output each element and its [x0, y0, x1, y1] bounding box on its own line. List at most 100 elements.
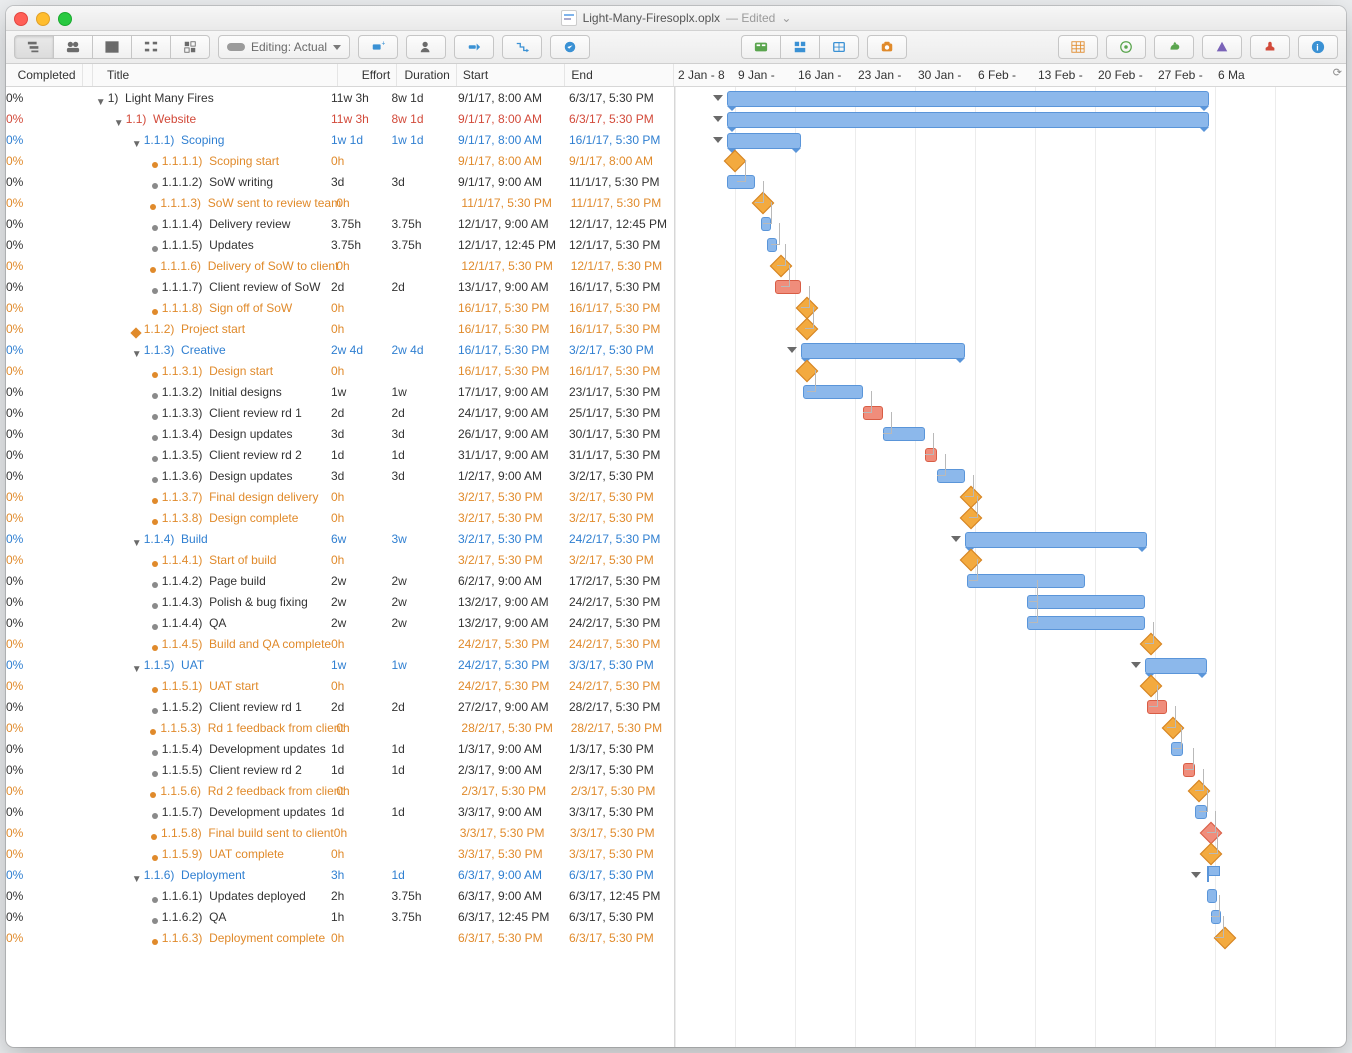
task-effort[interactable]: 0h	[331, 553, 391, 567]
task-effort[interactable]: 0h	[331, 637, 391, 651]
gantt-group-disclosure-icon[interactable]	[713, 95, 723, 101]
timeline-week-label[interactable]: 16 Jan -	[798, 64, 841, 86]
task-title-cell[interactable]: 1.1.5.3) Rd 1 feedback from client	[92, 721, 336, 735]
task-completed[interactable]: 0%	[6, 637, 84, 651]
task-completed[interactable]: 0%	[6, 364, 84, 378]
task-completed[interactable]: 0%	[6, 595, 84, 609]
task-row[interactable]: 0%1.1.6.2) QA1h3.75h6/3/17, 12:45 PM6/3/…	[6, 906, 674, 927]
task-start[interactable]: 17/1/17, 9:00 AM	[452, 385, 563, 399]
editing-mode-dropdown[interactable]: Editing: Actual	[218, 35, 350, 59]
task-start[interactable]: 9/1/17, 8:00 AM	[452, 133, 563, 147]
task-title-cell[interactable]: 1.1.5.6) Rd 2 feedback from client	[92, 784, 336, 798]
task-row[interactable]: 0%1.1.5.5) Client review rd 21d1d2/3/17,…	[6, 759, 674, 780]
task-end[interactable]: 12/1/17, 12:45 PM	[563, 217, 674, 231]
task-title-cell[interactable]: 1.1.4.2) Page build	[94, 574, 331, 588]
task-duration[interactable]: 3.75h	[391, 217, 451, 231]
task-row[interactable]: 0%1.1.1.4) Delivery review3.75h3.75h12/1…	[6, 213, 674, 234]
gantt-chart[interactable]	[675, 87, 1346, 1047]
task-outline[interactable]: 0%▼1) Light Many Fires11w 3h8w 1d9/1/17,…	[6, 87, 675, 1047]
task-title-cell[interactable]: 1.1.1.2) SoW writing	[94, 175, 331, 189]
task-start[interactable]: 6/2/17, 9:00 AM	[452, 574, 563, 588]
task-row[interactable]: 0%1.1.4.1) Start of build0h3/2/17, 5:30 …	[6, 549, 674, 570]
task-effort[interactable]: 0h	[331, 847, 391, 861]
task-completed[interactable]: 0%	[6, 133, 84, 147]
task-row[interactable]: 0%1.1.3.2) Initial designs1w1w17/1/17, 9…	[6, 381, 674, 402]
task-duration[interactable]: 1w 1d	[391, 133, 451, 147]
task-effort[interactable]: 3d	[331, 427, 391, 441]
task-title-cell[interactable]: 1.1.2) Project start	[94, 322, 331, 336]
task-start[interactable]: 24/2/17, 5:30 PM	[452, 637, 563, 651]
task-completed[interactable]: 0%	[6, 154, 84, 168]
task-completed[interactable]: 0%	[6, 238, 84, 252]
task-completed[interactable]: 0%	[6, 469, 84, 483]
task-start[interactable]: 16/1/17, 5:30 PM	[452, 301, 563, 315]
task-row[interactable]: 0%1.1.5.8) Final build sent to client0h3…	[6, 822, 674, 843]
timeline-week-label[interactable]: 13 Feb -	[1038, 64, 1083, 86]
task-effort[interactable]: 3d	[331, 175, 391, 189]
task-completed[interactable]: 0%	[6, 931, 84, 945]
task-title-cell[interactable]: ▼1.1.3) Creative	[94, 343, 331, 357]
task-effort[interactable]: 0h	[331, 931, 391, 945]
view-options-button[interactable]	[1058, 35, 1098, 59]
task-row[interactable]: 0%▼1.1.1) Scoping1w 1d1w 1d9/1/17, 8:00 …	[6, 129, 674, 150]
task-start[interactable]: 3/3/17, 9:00 AM	[452, 805, 563, 819]
task-end[interactable]: 6/3/17, 5:30 PM	[563, 931, 674, 945]
disclosure-triangle-icon[interactable]: ▼	[96, 97, 106, 108]
task-title-cell[interactable]: ▼1.1) Website	[94, 112, 331, 126]
task-duration[interactable]: 2w	[391, 595, 451, 609]
task-duration[interactable]: 3.75h	[391, 910, 451, 924]
task-duration[interactable]: 1d	[391, 448, 451, 462]
task-title-cell[interactable]: ▼1.1.6) Deployment	[94, 868, 331, 882]
task-completed[interactable]: 0%	[6, 574, 84, 588]
task-completed[interactable]: 0%	[6, 616, 84, 630]
task-title-cell[interactable]: 1.1.1.7) Client review of SoW	[94, 280, 331, 294]
task-completed[interactable]: 0%	[6, 427, 84, 441]
add-resource-button[interactable]	[406, 35, 446, 59]
task-completed[interactable]: 0%	[6, 112, 84, 126]
task-completed[interactable]: 0%	[6, 826, 83, 840]
task-start[interactable]: 9/1/17, 8:00 AM	[452, 112, 563, 126]
task-row[interactable]: 0%1.1.5.6) Rd 2 feedback from client0h2/…	[6, 780, 674, 801]
task-duration[interactable]: 2d	[391, 406, 451, 420]
task-row[interactable]: 0%1.1.3.8) Design complete0h3/2/17, 5:30…	[6, 507, 674, 528]
task-duration[interactable]: 1w	[391, 385, 451, 399]
task-start[interactable]: 13/2/17, 9:00 AM	[452, 616, 563, 630]
timeline-week-label[interactable]: 6 Ma	[1218, 64, 1245, 86]
task-row[interactable]: 0%1.1.6.3) Deployment complete0h6/3/17, …	[6, 927, 674, 948]
task-row[interactable]: 0%1.1.1.1) Scoping start0h9/1/17, 8:00 A…	[6, 150, 674, 171]
task-end[interactable]: 25/1/17, 5:30 PM	[563, 406, 674, 420]
task-end[interactable]: 16/1/17, 5:30 PM	[563, 280, 674, 294]
task-end[interactable]: 2/3/17, 5:30 PM	[565, 784, 674, 798]
task-start[interactable]: 24/1/17, 9:00 AM	[452, 406, 563, 420]
task-start[interactable]: 26/1/17, 9:00 AM	[452, 427, 563, 441]
task-title-cell[interactable]: 1.1.3.8) Design complete	[94, 511, 331, 525]
task-start[interactable]: 16/1/17, 5:30 PM	[452, 322, 563, 336]
resource-view-button[interactable]	[53, 35, 92, 59]
task-title-cell[interactable]: 1.1.1.4) Delivery review	[94, 217, 331, 231]
task-title-cell[interactable]: 1.1.6.1) Updates deployed	[94, 889, 331, 903]
task-duration[interactable]: 3d	[391, 427, 451, 441]
network-view-button[interactable]	[131, 35, 170, 59]
task-start[interactable]: 31/1/17, 9:00 AM	[452, 448, 563, 462]
task-duration[interactable]: 2w	[391, 574, 451, 588]
task-title-cell[interactable]: 1.1.1.5) Updates	[94, 238, 331, 252]
task-title-cell[interactable]: 1.1.3.1) Design start	[94, 364, 331, 378]
task-start[interactable]: 12/1/17, 12:45 PM	[452, 238, 563, 252]
gantt-group-bar[interactable]	[965, 532, 1147, 548]
task-completed[interactable]: 0%	[6, 175, 84, 189]
task-end[interactable]: 12/1/17, 5:30 PM	[565, 259, 674, 273]
task-end[interactable]: 1/3/17, 5:30 PM	[563, 742, 674, 756]
task-start[interactable]: 3/3/17, 5:30 PM	[452, 847, 563, 861]
task-title-cell[interactable]: 1.1.5.5) Client review rd 2	[94, 763, 331, 777]
task-title-cell[interactable]: 1.1.1.3) SoW sent to review team	[92, 196, 336, 210]
task-start[interactable]: 3/2/17, 5:30 PM	[452, 490, 563, 504]
timeline-week-label[interactable]: 2 Jan - 8	[678, 64, 725, 86]
disclosure-triangle-icon[interactable]: ▼	[132, 538, 142, 549]
task-completed[interactable]: 0%	[6, 217, 84, 231]
task-start[interactable]: 16/1/17, 5:30 PM	[452, 343, 563, 357]
disclosure-triangle-icon[interactable]: ▼	[132, 874, 142, 885]
task-start[interactable]: 24/2/17, 5:30 PM	[452, 679, 563, 693]
timeline-week-label[interactable]: 30 Jan -	[918, 64, 961, 86]
task-title-cell[interactable]: ▼1.1.5) UAT	[94, 658, 331, 672]
task-completed[interactable]: 0%	[6, 532, 84, 546]
